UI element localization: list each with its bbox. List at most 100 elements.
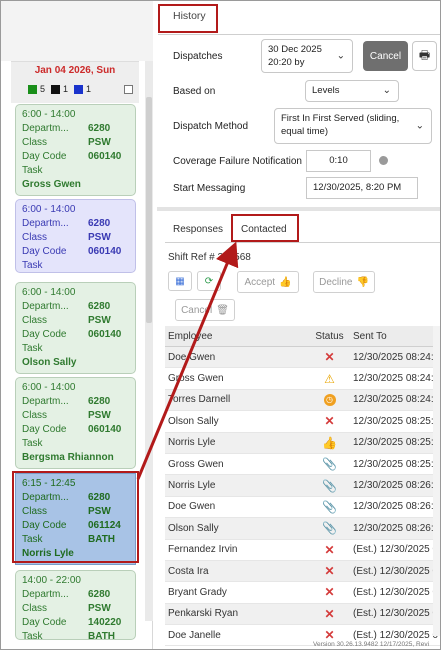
clock-icon: ◷ bbox=[323, 393, 336, 406]
employee-cell: Doe Gwen bbox=[168, 501, 216, 513]
black-count: 1 bbox=[63, 84, 69, 94]
department-label: Departm... bbox=[22, 218, 69, 229]
paperclip-icon: 📎 bbox=[322, 457, 337, 472]
x-icon: ✕ bbox=[324, 542, 335, 557]
class-label: Class bbox=[22, 315, 48, 326]
table-row[interactable]: Olson Sally ✕ 12/30/2025 08:25:1 bbox=[165, 411, 440, 433]
divider bbox=[165, 242, 440, 243]
department-value: 6280 bbox=[88, 589, 111, 600]
assigned-employee: Olson Sally bbox=[22, 357, 77, 368]
calendar-pane: Jan 04 2026, Sun 5 1 1 6:00 - 14:00 Depa… bbox=[1, 1, 153, 649]
cancel-label: Cancel bbox=[181, 304, 213, 316]
coverage-failure-input[interactable]: 0:10 bbox=[306, 150, 371, 172]
column-status[interactable]: Status bbox=[306, 331, 353, 342]
sent-to-cell: (Est.) 12/30/2025 0 bbox=[353, 565, 439, 577]
based-on-value: Levels bbox=[312, 85, 340, 96]
day-code-value: 060140 bbox=[88, 424, 122, 435]
status-cell: ✕ bbox=[306, 585, 353, 599]
shift-card[interactable]: 6:00 - 14:00 Departm... 6280 Class PSW Day… bbox=[15, 377, 136, 469]
x-icon: ✕ bbox=[324, 606, 335, 621]
employee-cell: Norris Lyle bbox=[168, 480, 216, 492]
employee-cell: Costa Ira bbox=[168, 565, 209, 577]
class-value: PSW bbox=[88, 603, 111, 614]
green-count-swatch bbox=[28, 84, 37, 94]
start-messaging-input[interactable]: 12/30/2025, 8:20 PM bbox=[306, 177, 418, 199]
table-row[interactable]: Costa Ira ✕ (Est.) 12/30/2025 0 bbox=[165, 560, 440, 583]
cancel-dispatch-button[interactable]: Cancel bbox=[363, 41, 408, 71]
contacted-table: Employee Status Sent To Doe Gwen ✕ 12/30/2… bbox=[165, 326, 440, 647]
task-value: BATH bbox=[88, 631, 116, 640]
day-code-value: 060140 bbox=[88, 246, 122, 257]
x-icon: ✕ bbox=[324, 414, 335, 429]
table-row[interactable]: Bryant Grady ✕ (Est.) 12/30/2025 0 bbox=[165, 582, 440, 604]
decline-label: Decline bbox=[319, 276, 353, 288]
table-row[interactable]: Norris Lyle 📎 12/30/2025 08:26:5 bbox=[165, 475, 440, 497]
day-code-label: Day Code bbox=[22, 617, 67, 628]
divider bbox=[158, 34, 440, 35]
dispatch-method-select[interactable]: First In First Served (sliding, equal ti… bbox=[274, 108, 432, 144]
accept-button[interactable]: Accept 👍 bbox=[237, 271, 299, 293]
shift-card[interactable]: 6:00 - 14:00 Departm... 6280 Class PSW Day… bbox=[15, 104, 136, 196]
info-icon[interactable] bbox=[379, 156, 388, 165]
column-sent-to[interactable]: Sent To bbox=[353, 331, 440, 342]
day-code-label: Day Code bbox=[22, 246, 67, 257]
department-label: Departm... bbox=[22, 589, 69, 600]
table-row[interactable]: Doe Gwen 📎 12/30/2025 08:26:5 bbox=[165, 497, 440, 519]
sent-to-cell: 12/30/2025 08:25:5 bbox=[353, 458, 440, 470]
calendar-scrollbar-thumb[interactable] bbox=[146, 97, 152, 323]
task-label: Task bbox=[22, 438, 43, 449]
sent-to-cell: 12/30/2025 08:26:5 bbox=[353, 480, 440, 492]
refresh-button[interactable]: ⟳ bbox=[197, 271, 221, 291]
x-icon: ✕ bbox=[324, 564, 335, 579]
printer-icon: 🖶 bbox=[418, 47, 431, 62]
table-scrollbar[interactable] bbox=[433, 326, 440, 636]
status-cell: ⚠ bbox=[306, 372, 353, 386]
shift-card[interactable]: 14:00 - 22:00 Departm... 6280 Class PSW Da… bbox=[15, 570, 136, 640]
table-row[interactable]: Fernandez Irvin ✕ (Est.) 12/30/2025 0 bbox=[165, 540, 440, 561]
app-frame: Jan 04 2026, Sun 5 1 1 6:00 - 14:00 Depa… bbox=[0, 0, 441, 650]
column-employee[interactable]: Employee bbox=[165, 331, 306, 342]
shift-card[interactable]: 6:00 - 14:00 Departm... 6280 Class PSW Day… bbox=[15, 199, 136, 273]
sent-to-cell: (Est.) 12/30/2025 0 bbox=[353, 629, 439, 641]
department-value: 6280 bbox=[88, 396, 111, 407]
table-row[interactable]: Torres Darnell ◷ 12/30/2025 08:24:2 bbox=[165, 389, 440, 412]
based-on-select[interactable]: Levels ⌄ bbox=[305, 80, 399, 102]
print-button[interactable]: 🖶 bbox=[412, 41, 437, 71]
trash-icon: 🗑 bbox=[216, 304, 229, 316]
day-select-checkbox[interactable] bbox=[124, 85, 133, 94]
status-cell: 👍 bbox=[306, 436, 353, 450]
dispatch-method-label: Dispatch Method bbox=[173, 121, 249, 132]
class-label: Class bbox=[22, 603, 48, 614]
table-row[interactable]: Norris Lyle 👍 12/30/2025 08:25:5 bbox=[165, 432, 440, 454]
sent-to-cell: (Est.) 12/30/2025 0 bbox=[353, 544, 439, 556]
table-row[interactable]: Doe Gwen ✕ 12/30/2025 08:24:2 bbox=[165, 347, 440, 369]
day-code-label: Day Code bbox=[22, 424, 67, 435]
class-label: Class bbox=[22, 137, 48, 148]
thumbs-up-icon: 👍 bbox=[279, 276, 292, 288]
tab-responses[interactable]: Responses bbox=[173, 224, 223, 235]
coverage-failure-label: Coverage Failure Notification bbox=[173, 156, 302, 167]
task-label: Task bbox=[22, 343, 43, 354]
blue-count: 1 bbox=[86, 84, 92, 94]
department-label: Departm... bbox=[22, 123, 69, 134]
cancel-response-button[interactable]: Cancel 🗑 bbox=[175, 299, 235, 321]
table-row[interactable]: Olson Sally 📎 12/30/2025 08:26:5 bbox=[165, 518, 440, 540]
x-icon: ✕ bbox=[324, 585, 335, 600]
employee-cell: Gross Gwen bbox=[168, 373, 224, 385]
table-row[interactable]: Gross Gwen ⚠ 12/30/2025 08:24:2 bbox=[165, 368, 440, 390]
shift-card[interactable]: 6:00 - 14:00 Departm... 6280 Class PSW Day… bbox=[15, 282, 136, 374]
table-row[interactable]: Gross Gwen 📎 12/30/2025 08:25:5 bbox=[165, 454, 440, 476]
status-cell: ✕ bbox=[306, 414, 353, 428]
grid-view-button[interactable]: ▦ bbox=[168, 271, 192, 291]
status-cell: 📎 bbox=[306, 479, 353, 493]
class-value: PSW bbox=[88, 232, 111, 243]
status-cell: ◷ bbox=[306, 393, 353, 406]
dispatches-select[interactable]: 30 Dec 2025 20:20 by ⌄ bbox=[261, 39, 353, 73]
table-row[interactable]: Penkarski Ryan ✕ (Est.) 12/30/2025 0 bbox=[165, 603, 440, 626]
sent-to-cell: 12/30/2025 08:24:2 bbox=[353, 394, 440, 406]
table-grid-icon: ▦ bbox=[175, 275, 185, 287]
dispatch-method-value: First In First Served (sliding, bbox=[281, 113, 400, 124]
decline-button[interactable]: Decline 👎 bbox=[313, 271, 375, 293]
department-label: Departm... bbox=[22, 301, 69, 312]
chevron-down-icon: ⌄ bbox=[415, 120, 424, 132]
